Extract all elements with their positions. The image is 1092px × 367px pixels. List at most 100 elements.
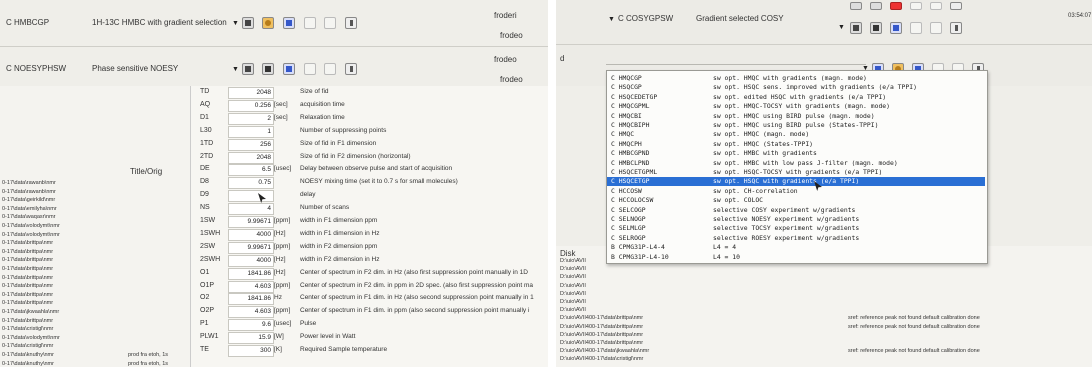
dropdown-arrow-icon[interactable]: ▼ — [838, 24, 845, 31]
experiment-title[interactable]: Gradient selected COSY — [696, 14, 784, 23]
experiment-title[interactable]: 1H-13C HMBC with gradient selection — [92, 18, 227, 27]
disk-path[interactable]: D:\uio\AVII — [560, 299, 586, 305]
experiment-list-item[interactable]: B CPMG31P-L4-10 L4 = 10 — [607, 253, 985, 262]
experiment-list-item[interactable]: C HCCOSW sw opt. CH-correlation — [607, 187, 985, 196]
disk-path[interactable]: D:\uio\AVII400-17\data\brittpa\nmr — [560, 340, 643, 346]
experiment-list-item[interactable]: C HSQCGP sw opt. HSQC sens. improved with… — [607, 83, 985, 92]
file-row[interactable]: 0-17\data\rawanb\nmr — [0, 180, 190, 188]
experiment-list-item[interactable]: C SELROGP selective ROESY experiment w/gr… — [607, 234, 985, 243]
toolbar-button-4[interactable] — [304, 63, 316, 75]
user-select[interactable]: froderi — [494, 11, 517, 20]
param-value-field[interactable]: 2 — [228, 112, 274, 125]
file-row[interactable]: 0-17\data\brittpa\nmr — [0, 283, 190, 291]
toolbar-button-3[interactable] — [890, 22, 902, 34]
edit-button[interactable] — [950, 22, 962, 34]
experiment-name[interactable]: C NOESYPHSW — [6, 64, 66, 73]
dropdown-arrow-icon[interactable]: ▼ — [232, 66, 239, 73]
disk-path[interactable]: D:\uio\AVII — [560, 283, 586, 289]
toolbar-button-5[interactable] — [324, 63, 336, 75]
experiment-list-item[interactable]: C HMQCGPML sw opt. HMQC-TOCSY with gradie… — [607, 102, 985, 111]
toolbar-button-3[interactable] — [283, 63, 295, 75]
experiment-name[interactable]: C HMBCGP — [6, 18, 49, 27]
user-select[interactable]: frodeo — [494, 55, 517, 64]
toolbar-button-5[interactable] — [324, 17, 336, 29]
disk-path[interactable]: D:\uio\AVII400-17\data\cristigl\nmr — [560, 356, 643, 362]
file-row[interactable]: 0-17\data\brittpa\nmr — [0, 300, 190, 308]
param-value-field[interactable]: 256 — [228, 138, 274, 151]
param-value-field[interactable]: 9.99671 — [228, 241, 274, 254]
param-value-field[interactable]: 2048 — [228, 151, 274, 164]
disk-path[interactable]: D:\uio\AVII — [560, 266, 586, 272]
edit-button[interactable] — [950, 2, 962, 10]
toolbar-button-2[interactable] — [262, 63, 274, 75]
param-value-field[interactable]: 4 — [228, 203, 274, 216]
param-value-field[interactable]: 300 — [228, 345, 274, 357]
experiment-list-item[interactable]: C HSQCEDETGP sw opt. edited HSQC with gra… — [607, 93, 985, 102]
param-value-field[interactable]: 0.256 — [228, 99, 274, 112]
param-value-field[interactable]: 9.6 — [228, 319, 274, 332]
param-value-field[interactable]: 1841.86 — [228, 293, 274, 306]
disk-path[interactable]: D:\uio\AVII400-17\data\brittpa\nmr — [560, 324, 643, 330]
experiment-list-item[interactable]: C SELMLGP selective TOCSY experiment w/gr… — [607, 224, 985, 233]
file-row[interactable]: 0-17\data\knuthy\nmr prod fra etoh, 1s — [0, 361, 190, 367]
file-row[interactable]: 0-17\data\brittpa\nmr — [0, 240, 190, 248]
param-value-field[interactable]: 4000 — [228, 228, 274, 241]
toolbar-button-1[interactable] — [850, 22, 862, 34]
experiment-list-item[interactable]: C SELNOGP selective NOESY experiment w/gr… — [607, 215, 985, 224]
experiment-list-item[interactable]: C HSQCETGP sw opt. HSQC with gradients (e… — [607, 177, 985, 187]
experiment-list-item[interactable]: C HSQCETGPML sw opt. HSQC-TOCSY with grad… — [607, 168, 985, 177]
file-row[interactable]: 0-17\data\brittpa\nmr — [0, 318, 190, 326]
experiment-list-item[interactable]: C HMQC sw opt. HMQC (magn. mode) — [607, 130, 985, 139]
disk-path[interactable]: D:\uio\AVII400-17\data\jkwaahla\nmr — [560, 348, 649, 354]
param-value-field[interactable]: 2048 — [228, 87, 274, 99]
file-row[interactable]: 0-17\data\emilyha\nmr — [0, 206, 190, 214]
dropdown-arrow-icon[interactable]: ▼ — [608, 16, 615, 23]
file-row[interactable]: 0-17\data\waqasr\nmr — [0, 214, 190, 222]
param-value-field[interactable]: 9.99671 — [228, 216, 274, 228]
param-value-field[interactable]: 6.5 — [228, 164, 274, 177]
param-value-field[interactable]: 4000 — [228, 254, 274, 267]
file-row[interactable]: 0-17\data\volodymt\nmr — [0, 223, 190, 231]
file-row[interactable]: 0-17\data\brittpa\nmr — [0, 292, 190, 300]
toolbar-button-2[interactable] — [870, 22, 882, 34]
param-value-field[interactable]: 4.603 — [228, 306, 274, 319]
experiment-list-item[interactable]: C HCCOLOCSW sw opt. COLOC — [607, 196, 985, 205]
file-row[interactable]: 0-17\data\rawanb\nmr — [0, 189, 190, 197]
experiment-list-item[interactable]: C HMBCGPND sw opt. HMBC with gradients — [607, 149, 985, 158]
disk-path[interactable]: D:\uio\AVII — [560, 258, 586, 264]
file-row[interactable]: 0-17\data\cristigl\nmr — [0, 343, 190, 351]
experiment-list-item[interactable]: C HMQCBIPH sw opt. HMQC using BIRD pulse … — [607, 121, 985, 130]
file-row[interactable]: 0-17\data\jkwaahla\nmr — [0, 309, 190, 317]
edit-button[interactable] — [345, 17, 357, 29]
experiment-list-item[interactable]: B CPMG31P-L4-4 L4 = 4 — [607, 243, 985, 252]
param-value-field[interactable]: 15.9 — [228, 332, 274, 345]
file-row[interactable]: 0-17\data\brittpa\nmr — [0, 257, 190, 265]
experiment-list-item[interactable]: C HMQCBI sw opt. HMQC using BIRD pulse (m… — [607, 112, 985, 121]
file-row[interactable]: 0-17\data\volodymt\nmr — [0, 335, 190, 343]
disk-path[interactable]: D:\uio\AVII — [560, 307, 586, 313]
toolbar-button-5[interactable] — [930, 2, 942, 10]
toolbar-button-1[interactable] — [850, 2, 862, 10]
param-value-field[interactable]: 4.603 — [228, 280, 274, 293]
toolbar-button-2[interactable] — [262, 17, 274, 29]
disk-path[interactable]: D:\uio\AVII — [560, 291, 586, 297]
experiment-list-item[interactable]: C SELCOGP selective COSY experiment w/gra… — [607, 206, 985, 215]
param-value-field[interactable] — [228, 190, 274, 203]
experiment-name[interactable]: d — [560, 54, 564, 63]
param-value-field[interactable]: 1 — [228, 125, 274, 138]
file-row[interactable]: 0-17\data\brittpa\nmr — [0, 249, 190, 257]
disk-path[interactable]: D:\uio\AVII400-17\data\brittpa\nmr — [560, 315, 643, 321]
param-value-field[interactable]: 0.75 — [228, 177, 274, 190]
toolbar-button-3[interactable] — [890, 2, 902, 10]
file-row[interactable]: 0-17\data\cristigl\nmr — [0, 326, 190, 334]
toolbar-button-4[interactable] — [910, 22, 922, 34]
disk-path[interactable]: D:\uio\AVII — [560, 274, 586, 280]
dropdown-arrow-icon[interactable]: ▼ — [232, 20, 239, 27]
toolbar-button-2[interactable] — [870, 2, 882, 10]
file-row[interactable]: 0-17\data\geirkild\nmr — [0, 197, 190, 205]
edit-button[interactable] — [345, 63, 357, 75]
experiment-list-item[interactable]: C HMBCLPND sw opt. HMBC with low pass J-f… — [607, 159, 985, 168]
toolbar-button-5[interactable] — [930, 22, 942, 34]
toolbar-button-1[interactable] — [242, 17, 254, 29]
experiment-title[interactable]: Phase sensitive NOESY — [92, 64, 178, 73]
